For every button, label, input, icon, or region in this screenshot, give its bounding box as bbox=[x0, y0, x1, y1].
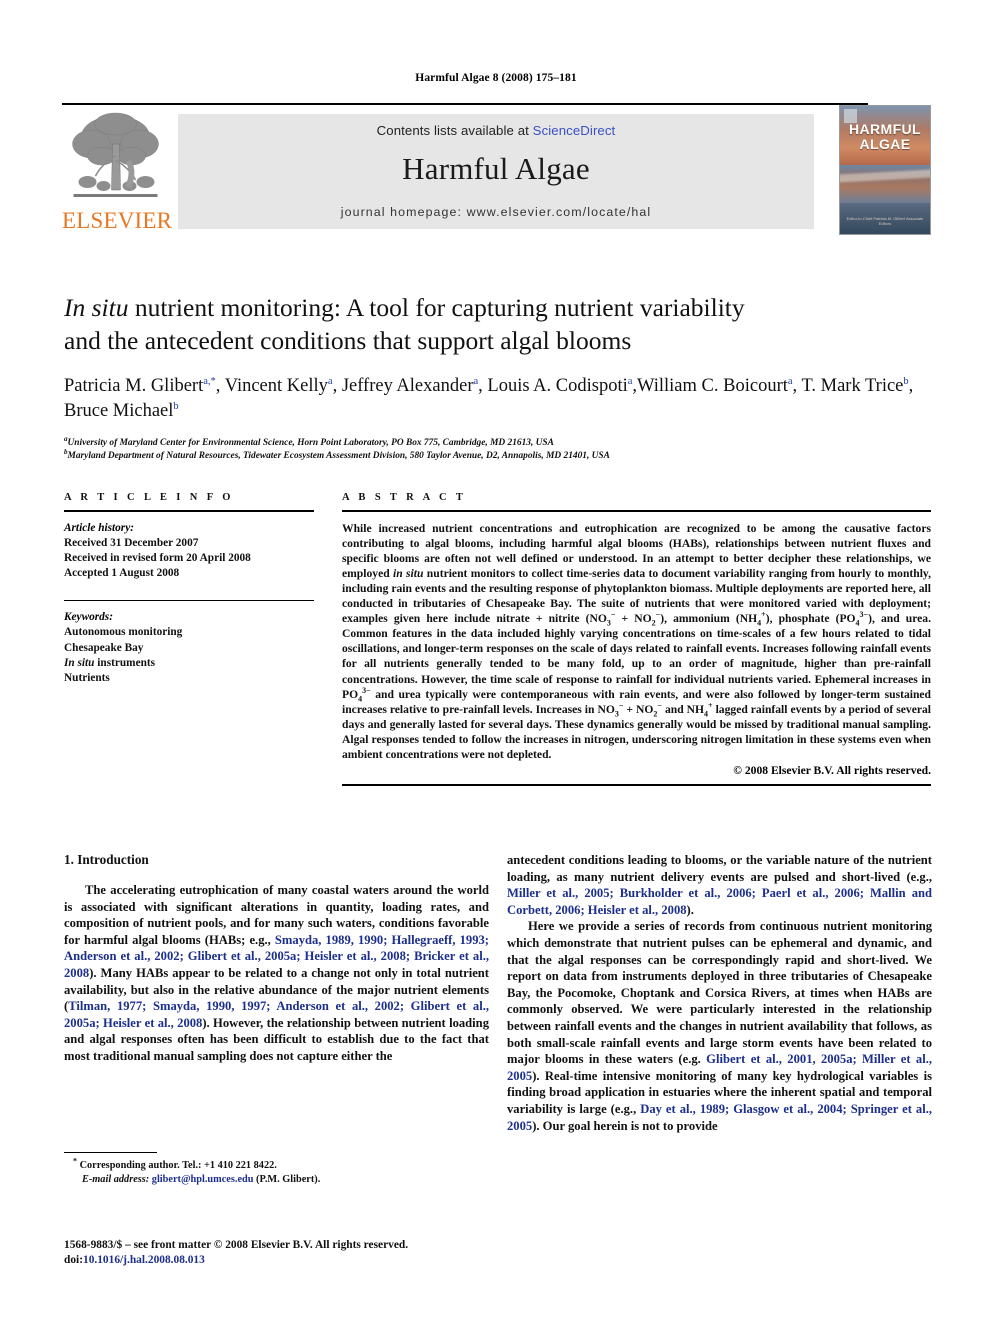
article-title-line1-rest: nutrient monitoring: A tool for capturin… bbox=[128, 293, 745, 322]
journal-title: Harmful Algae bbox=[402, 151, 590, 186]
abstract-rule-top bbox=[342, 510, 931, 512]
abstract-copyright: © 2008 Elsevier B.V. All rights reserved… bbox=[733, 764, 931, 778]
history-item: Received in revised form 20 April 2008 bbox=[64, 552, 251, 565]
email-label: E-mail address: bbox=[82, 1174, 150, 1186]
cover-title-line1: HARMFUL bbox=[848, 121, 921, 137]
doi-line: doi:10.1016/j.hal.2008.08.013 bbox=[64, 1253, 504, 1268]
affiliation-list: aUniversity of Maryland Center for Envir… bbox=[64, 435, 930, 463]
keyword-item: In situ instruments bbox=[64, 656, 156, 669]
article-info-heading: A R T I C L E I N F O bbox=[64, 492, 234, 503]
author-affiliation-mark: b bbox=[173, 400, 179, 412]
cover-title: HARMFUL ALGAE bbox=[840, 122, 930, 152]
affiliation-item: bMaryland Department of Natural Resource… bbox=[64, 448, 930, 463]
author-affiliation-mark: a bbox=[473, 375, 479, 387]
masthead-top-rule bbox=[62, 103, 868, 105]
paragraph-left-1: The accelerating eutrophication of many … bbox=[64, 882, 489, 1065]
doi-label: doi: bbox=[64, 1254, 83, 1267]
author-name: Louis A. Codispoti bbox=[487, 376, 628, 396]
issn-line: 1568-9883/$ – see front matter © 2008 El… bbox=[64, 1239, 409, 1251]
author-name: William C. Boicourt bbox=[637, 376, 788, 396]
abstract-body: While increased nutrient concentrations … bbox=[342, 521, 932, 761]
journal-masthead: ELSEVIER Contents lists available at Sci… bbox=[62, 103, 931, 235]
footnote-asterisk: * bbox=[73, 1156, 77, 1166]
article-title-line2: and the antecedent conditions that suppo… bbox=[64, 326, 632, 355]
keyword-item: Nutrients bbox=[64, 672, 110, 685]
paragraph-right-2: Here we provide a series of records from… bbox=[507, 918, 932, 1134]
paragraph-right-1a: antecedent conditions leading to blooms,… bbox=[507, 853, 932, 884]
journal-homepage-line[interactable]: journal homepage: www.elsevier.com/locat… bbox=[178, 205, 814, 219]
keyword-list: Autonomous monitoring Chesapeake Bay In … bbox=[64, 625, 314, 686]
author-name: Bruce Michael bbox=[64, 401, 174, 421]
affiliation-item: aUniversity of Maryland Center for Envir… bbox=[64, 435, 930, 450]
author-affiliation-mark: a bbox=[627, 375, 633, 387]
history-item: Received 31 December 2007 bbox=[64, 536, 199, 549]
paragraph-right-2c: ). Our goal herein is not to provide bbox=[532, 1118, 718, 1133]
article-title-italic-lead: In situ bbox=[64, 293, 129, 322]
contents-lists-line: Contents lists available at ScienceDirec… bbox=[178, 114, 814, 138]
footnote-block: * Corresponding author. Tel.: +1 410 221… bbox=[64, 1152, 489, 1187]
keyword-item-italic: In situ bbox=[64, 656, 95, 669]
cover-byline: Editor-in-Chief Patricia M. Glibert Asso… bbox=[846, 216, 924, 226]
body-column-right: antecedent conditions leading to blooms,… bbox=[507, 852, 932, 1134]
paper-page: Harmful Algae 8 (2008) 175–181 ELSEVIER … bbox=[0, 0, 992, 1323]
history-item: Accepted 1 August 2008 bbox=[64, 567, 180, 580]
paragraph-right-1: antecedent conditions leading to blooms,… bbox=[507, 852, 932, 918]
running-head: Harmful Algae 8 (2008) 175–181 bbox=[415, 72, 577, 84]
author-list: Patricia M. Gliberta,*, Vincent Kellya, … bbox=[64, 375, 914, 421]
author-name: Jeffrey Alexander bbox=[341, 376, 474, 396]
article-title: In situ nutrient monitoring: A tool for … bbox=[64, 291, 930, 357]
article-info-rule-mid bbox=[64, 599, 314, 601]
article-history-list: Received 31 December 2007 Received in re… bbox=[64, 536, 314, 582]
author-name: Vincent Kelly bbox=[224, 376, 328, 396]
paragraph-right-2a: Here we provide a series of records from… bbox=[507, 919, 932, 1067]
author-name: Patricia M. Glibert bbox=[64, 376, 204, 396]
footnote-rule bbox=[64, 1152, 157, 1154]
keyword-item: Autonomous monitoring bbox=[64, 626, 183, 639]
abstract-panel: A B S T R A C T While increased nutrient… bbox=[342, 492, 931, 786]
corresponding-author-note: * Corresponding author. Tel.: +1 410 221… bbox=[64, 1156, 489, 1173]
contents-lists-prefix: Contents lists available at bbox=[376, 123, 533, 138]
journal-cover-thumbnail: HARMFUL ALGAE Editor-in-Chief Patricia M… bbox=[839, 105, 931, 235]
author-affiliation-mark: a,* bbox=[203, 375, 216, 387]
author-affiliation-mark: a bbox=[327, 375, 333, 387]
section-heading-introduction: 1. Introduction bbox=[64, 852, 149, 867]
article-history-label: Article history: bbox=[64, 521, 134, 534]
title-block: In situ nutrient monitoring: A tool for … bbox=[64, 291, 930, 462]
cover-title-line2: ALGAE bbox=[859, 136, 911, 152]
sciencedirect-banner: Contents lists available at ScienceDirec… bbox=[178, 114, 814, 229]
citation-group[interactable]: Miller et al., 2005; Burkholder et al., … bbox=[507, 886, 932, 917]
abstract-heading: A B S T R A C T bbox=[342, 492, 467, 503]
paragraph-right-1b: ). bbox=[686, 902, 694, 917]
corresponding-author-text: Corresponding author. Tel.: +1 410 221 8… bbox=[79, 1160, 277, 1172]
elsevier-wordmark: ELSEVIER bbox=[62, 208, 173, 233]
email-link[interactable]: glibert@hpl.umces.edu bbox=[152, 1174, 254, 1185]
cover-sea bbox=[840, 164, 930, 204]
article-info-panel: A R T I C L E I N F O Article history: R… bbox=[64, 492, 314, 686]
author-name: T. Mark Trice bbox=[801, 376, 904, 396]
elsevier-tree-icon bbox=[72, 112, 159, 197]
elsevier-logo: ELSEVIER bbox=[62, 108, 173, 234]
affiliation-text: University of Maryland Center for Enviro… bbox=[67, 438, 554, 448]
email-suffix: (P.M. Glibert). bbox=[253, 1174, 321, 1186]
sciencedirect-link[interactable]: ScienceDirect bbox=[533, 123, 616, 138]
issn-footer: 1568-9883/$ – see front matter © 2008 El… bbox=[64, 1238, 504, 1268]
email-note: E-mail address: glibert@hpl.umces.edu (P… bbox=[64, 1173, 489, 1187]
author-affiliation-mark: b bbox=[903, 375, 909, 387]
abstract-rule-bottom bbox=[342, 784, 931, 786]
affiliation-text: Maryland Department of Natural Resources… bbox=[67, 450, 610, 461]
keyword-item: Chesapeake Bay bbox=[64, 641, 144, 654]
keywords-label: Keywords: bbox=[64, 610, 113, 623]
article-info-rule-top bbox=[64, 510, 314, 512]
body-column-left: 1. Introduction The accelerating eutroph… bbox=[64, 852, 489, 1065]
author-affiliation-mark: a bbox=[787, 375, 793, 387]
doi-link[interactable]: 10.1016/j.hal.2008.08.013 bbox=[83, 1254, 205, 1266]
